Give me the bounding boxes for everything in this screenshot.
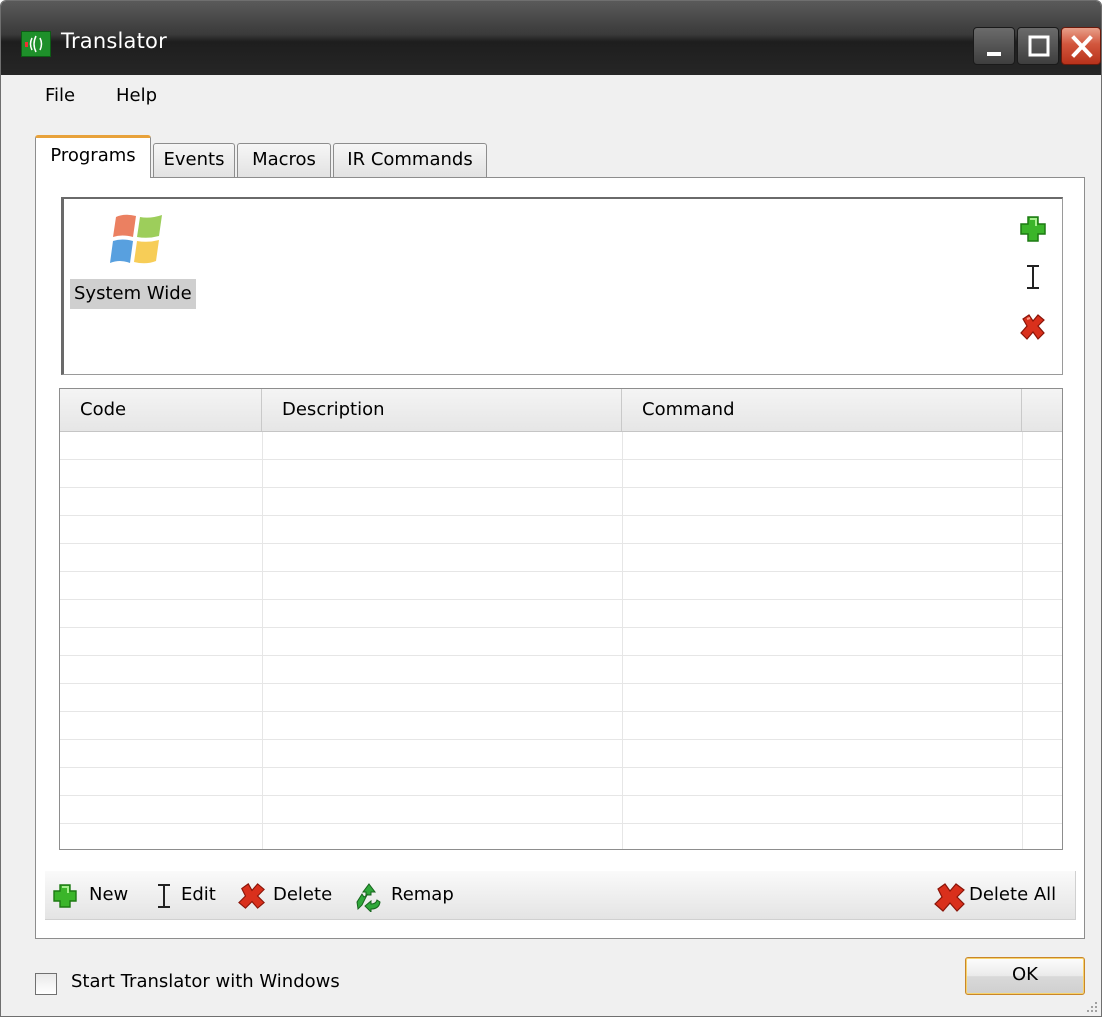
remap-label: Remap bbox=[391, 884, 454, 905]
maximize-button[interactable] bbox=[1017, 27, 1059, 65]
app-icon[interactable] bbox=[21, 31, 51, 57]
menu-help[interactable]: Help bbox=[116, 85, 157, 106]
delete-all-button[interactable]: Delete All bbox=[933, 879, 1073, 912]
tab-programs[interactable]: Programs bbox=[35, 135, 151, 178]
program-label: System Wide bbox=[70, 279, 196, 309]
delete-all-icon bbox=[934, 883, 965, 912]
new-button[interactable]: New bbox=[51, 879, 141, 911]
column-header-command[interactable]: Command bbox=[622, 389, 1022, 431]
tab-ir-commands[interactable]: IR Commands bbox=[333, 143, 487, 177]
table-row[interactable] bbox=[60, 712, 1062, 740]
add-icon bbox=[1020, 216, 1046, 242]
add-icon bbox=[53, 884, 77, 908]
menu-file[interactable]: File bbox=[45, 85, 75, 106]
edit-program-button[interactable] bbox=[1017, 261, 1049, 293]
column-header-filler bbox=[1022, 389, 1062, 431]
edit-icon bbox=[1027, 265, 1039, 289]
column-header-code[interactable]: Code bbox=[60, 389, 262, 431]
table-row[interactable] bbox=[60, 656, 1062, 684]
startup-checkbox[interactable] bbox=[35, 973, 57, 995]
delete-program-button[interactable] bbox=[1017, 311, 1049, 343]
table-row[interactable] bbox=[60, 768, 1062, 796]
new-label: New bbox=[89, 884, 129, 905]
table-row[interactable] bbox=[60, 824, 1062, 849]
delete-icon bbox=[1020, 314, 1045, 340]
column-header-description[interactable]: Description bbox=[262, 389, 622, 431]
close-button[interactable] bbox=[1061, 27, 1101, 65]
minimize-button[interactable] bbox=[973, 27, 1015, 65]
delete-all-label: Delete All bbox=[969, 884, 1057, 905]
tab-events[interactable]: Events bbox=[153, 143, 235, 177]
tab-macros[interactable]: Macros bbox=[237, 143, 331, 177]
translator-window: Translator File Help Programs Events Mac… bbox=[0, 0, 1102, 1017]
table-row[interactable] bbox=[60, 516, 1062, 544]
program-item-system-wide[interactable]: System Wide bbox=[70, 211, 202, 309]
delete-label: Delete bbox=[273, 884, 333, 905]
table-row[interactable] bbox=[60, 684, 1062, 712]
menu-bar: File Help bbox=[1, 75, 1101, 119]
recycle-icon bbox=[356, 883, 381, 912]
resize-grip-icon[interactable] bbox=[1085, 1000, 1099, 1014]
table-row[interactable] bbox=[60, 600, 1062, 628]
window-title: Translator bbox=[61, 29, 167, 53]
action-toolbar: New Edit Delete Remap Delete All bbox=[45, 871, 1076, 920]
delete-icon bbox=[238, 883, 265, 909]
program-list[interactable]: System Wide bbox=[61, 197, 1063, 375]
table-row[interactable] bbox=[60, 432, 1062, 460]
table-row[interactable] bbox=[60, 740, 1062, 768]
startup-checkbox-label[interactable]: Start Translator with Windows bbox=[71, 971, 340, 992]
table-row[interactable] bbox=[60, 796, 1062, 824]
edit-icon bbox=[158, 884, 170, 908]
edit-label: Edit bbox=[181, 884, 216, 905]
ok-button[interactable]: OK bbox=[965, 957, 1085, 995]
add-program-button[interactable] bbox=[1017, 213, 1049, 245]
windows-logo-icon bbox=[110, 214, 162, 264]
remap-button[interactable]: Remap bbox=[353, 879, 463, 912]
mappings-grid[interactable]: Code Description Command bbox=[59, 388, 1063, 850]
table-row[interactable] bbox=[60, 460, 1062, 488]
grid-header: Code Description Command bbox=[60, 389, 1062, 432]
title-bar[interactable]: Translator bbox=[1, 1, 1101, 75]
grid-body[interactable] bbox=[60, 432, 1062, 849]
edit-button[interactable]: Edit bbox=[153, 879, 227, 911]
delete-button[interactable]: Delete bbox=[237, 879, 347, 911]
table-row[interactable] bbox=[60, 572, 1062, 600]
table-row[interactable] bbox=[60, 488, 1062, 516]
table-row[interactable] bbox=[60, 544, 1062, 572]
table-row[interactable] bbox=[60, 628, 1062, 656]
